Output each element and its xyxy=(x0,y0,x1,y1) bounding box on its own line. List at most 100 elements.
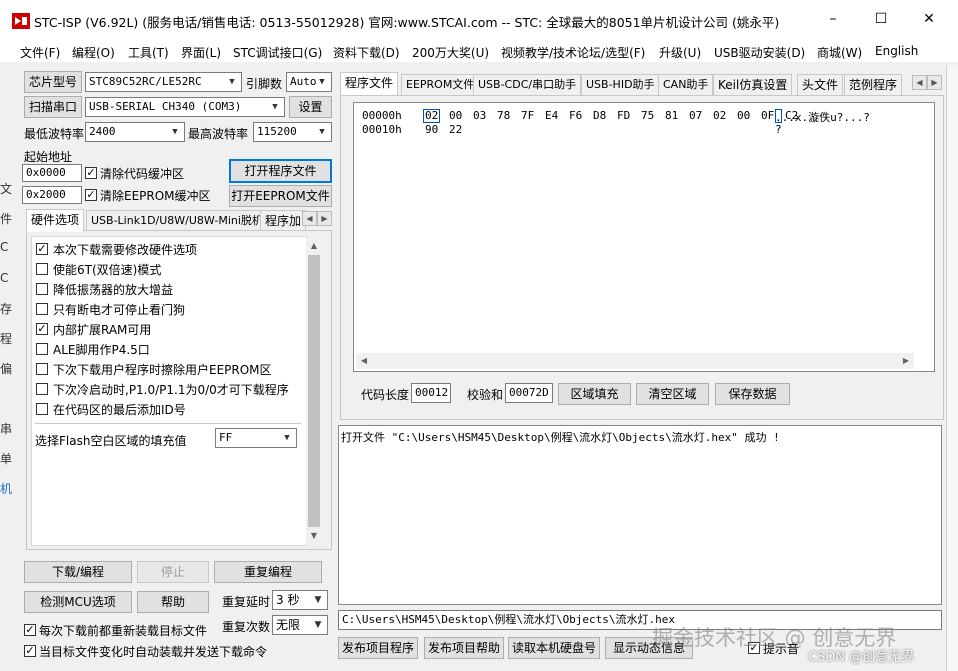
menu-file[interactable]: 文件(F) xyxy=(20,44,60,61)
tab-usb-link[interactable]: USB-Link1D/U8W/U8W-Mini脱机 xyxy=(86,210,268,231)
max-baud-value: 115200 xyxy=(257,125,297,138)
option-checkbox[interactable] xyxy=(36,263,48,275)
hex-h-scrollbar[interactable]: ◀ ▶ xyxy=(356,353,914,369)
scroll-down-icon[interactable]: ▼ xyxy=(306,528,322,544)
hex-byte[interactable]: 02 xyxy=(713,109,726,122)
hex-byte[interactable]: 78 xyxy=(497,109,510,122)
publish-help-button[interactable]: 发布项目帮助 xyxy=(424,637,504,659)
maximize-button[interactable]: ☐ xyxy=(866,8,896,30)
option-label: ALE脚用作P4.5口 xyxy=(53,343,150,357)
code-address-input[interactable]: 0x0000 xyxy=(22,164,82,182)
repeat-count-select[interactable]: 无限 ▼ xyxy=(272,615,328,635)
max-baud-select[interactable]: 115200 ▼ xyxy=(253,122,332,142)
hex-byte[interactable]: 03 xyxy=(473,109,486,122)
scroll-right-icon[interactable]: ▶ xyxy=(898,353,914,369)
clear-region-button[interactable]: 清空区域 xyxy=(636,383,709,405)
option-checkbox[interactable] xyxy=(36,363,48,375)
menu-ui[interactable]: 界面(L) xyxy=(181,44,221,61)
hex-byte[interactable]: 7F xyxy=(521,109,534,122)
repeat-delay-select[interactable]: 3 秒 ▼ xyxy=(272,590,328,610)
download-program-button[interactable]: 下载/编程 xyxy=(24,561,132,583)
hex-byte[interactable]: 02 xyxy=(423,109,441,123)
tab-example[interactable]: 范例程序 xyxy=(844,74,903,95)
tab-keil-sim[interactable]: Keil仿真设置 xyxy=(713,74,793,95)
hex-byte[interactable]: 00 xyxy=(737,109,750,122)
eeprom-address-input[interactable]: 0x2000 xyxy=(22,186,82,204)
open-program-file-button[interactable]: 打开程序文件 xyxy=(229,159,332,183)
menu-prize[interactable]: 200万大奖(U) xyxy=(412,44,489,61)
tab-program-file[interactable]: 程序文件 xyxy=(340,72,399,95)
scan-port-button[interactable]: 扫描串口 xyxy=(24,96,82,118)
tab-scroll-left-icon[interactable]: ◀ xyxy=(302,211,317,226)
option-checkbox[interactable]: ✓ xyxy=(36,243,48,255)
chip-model-select[interactable]: STC89C52RC/LE52RC ▼ xyxy=(85,72,242,92)
option-checkbox[interactable] xyxy=(36,283,48,295)
scroll-up-icon[interactable]: ▲ xyxy=(306,238,322,254)
open-eeprom-file-button[interactable]: 打开EEPROM文件 xyxy=(229,185,332,207)
tab-program-encrypt[interactable]: 程序加 xyxy=(260,210,307,231)
menu-upgrade[interactable]: 升级(U) xyxy=(659,44,701,61)
menu-tools[interactable]: 工具(T) xyxy=(128,44,169,61)
clear-eeprom-checkbox[interactable]: ✓ xyxy=(85,189,97,201)
menu-shop[interactable]: 商城(W) xyxy=(817,44,862,61)
options-divider xyxy=(35,423,301,424)
help-button[interactable]: 帮助 xyxy=(137,591,209,613)
menu-download[interactable]: 资料下载(D) xyxy=(333,44,400,61)
menu-debug[interactable]: STC调试接口(G) xyxy=(233,44,322,61)
hex-byte[interactable]: 0F xyxy=(761,109,774,122)
tab-eeprom-file[interactable]: EEPROM文件 xyxy=(401,74,480,95)
option-checkbox[interactable]: ✓ xyxy=(36,323,48,335)
chip-model-button[interactable]: 芯片型号 xyxy=(24,71,82,93)
code-length-value: 00012 xyxy=(411,383,451,403)
hex-byte[interactable]: 75 xyxy=(641,109,654,122)
publish-program-button[interactable]: 发布项目程序 xyxy=(338,637,418,659)
hex-byte[interactable]: 07 xyxy=(689,109,702,122)
scroll-thumb[interactable] xyxy=(308,255,320,527)
option-checkbox[interactable] xyxy=(36,403,48,415)
reload-checkbox[interactable]: ✓ xyxy=(24,624,36,636)
tab-usb-hid[interactable]: USB-HID助手 xyxy=(581,74,660,95)
hex-byte[interactable]: 81 xyxy=(665,109,678,122)
options-scrollbar[interactable]: ▲ ▼ xyxy=(306,238,322,544)
scroll-left-icon[interactable]: ◀ xyxy=(356,353,372,369)
settings-button[interactable]: 设置 xyxy=(289,96,332,118)
pins-select[interactable]: Auto ▼ xyxy=(286,72,332,92)
reprogram-button[interactable]: 重复编程 xyxy=(214,561,322,583)
tab-scroll-left-icon[interactable]: ◀ xyxy=(912,75,927,90)
close-button[interactable]: ✕ xyxy=(914,8,944,30)
reload-label: 每次下载前都重新装载目标文件 xyxy=(39,624,208,638)
tab-hardware-options[interactable]: 硬件选项 xyxy=(26,209,85,232)
hex-editor[interactable]: 00000h 02 00 03 78 7F E4 F6 D8 FD 75 81 07 02 00 0F C2..… xyxy=(353,102,935,372)
hex-byte[interactable]: 90 xyxy=(425,123,438,136)
option-checkbox[interactable] xyxy=(36,383,48,395)
port-select[interactable]: USB-SERIAL CH340 (COM3) ▼ xyxy=(85,97,285,117)
stop-button[interactable]: 停止 xyxy=(137,561,209,583)
min-baud-select[interactable]: 2400 ▼ xyxy=(85,122,185,142)
tab-can[interactable]: CAN助手 xyxy=(658,74,714,95)
detect-mcu-button[interactable]: 检测MCU选项 xyxy=(24,591,132,613)
hex-byte[interactable]: 22 xyxy=(449,123,462,136)
minimize-button[interactable]: – xyxy=(818,8,848,30)
menu-program[interactable]: 编程(O) xyxy=(72,44,115,61)
clear-code-checkbox[interactable]: ✓ xyxy=(85,167,97,179)
hex-byte[interactable]: 00 xyxy=(449,109,462,122)
option-checkbox[interactable] xyxy=(36,303,48,315)
tab-usb-cdc[interactable]: USB-CDC/串口助手 xyxy=(473,74,582,95)
option-checkbox[interactable] xyxy=(36,343,48,355)
tab-header-file[interactable]: 头文件 xyxy=(797,74,844,95)
tab-scroll-right-icon[interactable]: ▶ xyxy=(317,211,332,226)
log-output[interactable]: 打开文件 "C:\Users\HSM45\Desktop\例程\流水灯\Obje… xyxy=(338,425,942,605)
save-data-button[interactable]: 保存数据 xyxy=(715,383,790,405)
hex-byte[interactable]: D8 xyxy=(593,109,606,122)
menu-english[interactable]: English xyxy=(875,44,918,58)
hex-byte[interactable]: E4 xyxy=(545,109,558,122)
menu-video[interactable]: 视频教学/技术论坛/选型(F) xyxy=(501,44,645,61)
hex-byte[interactable]: F6 xyxy=(569,109,582,122)
menu-usb-driver[interactable]: USB驱动安装(D) xyxy=(714,44,805,61)
fill-region-button[interactable]: 区域填充 xyxy=(558,383,631,405)
tab-scroll-right-icon[interactable]: ▶ xyxy=(927,75,942,90)
hex-byte[interactable]: FD xyxy=(617,109,630,122)
auto-reload-checkbox[interactable]: ✓ xyxy=(24,645,36,657)
read-disk-id-button[interactable]: 读取本机硬盘号 xyxy=(508,637,600,659)
fill-value-select[interactable]: FF ▼ xyxy=(215,428,297,448)
